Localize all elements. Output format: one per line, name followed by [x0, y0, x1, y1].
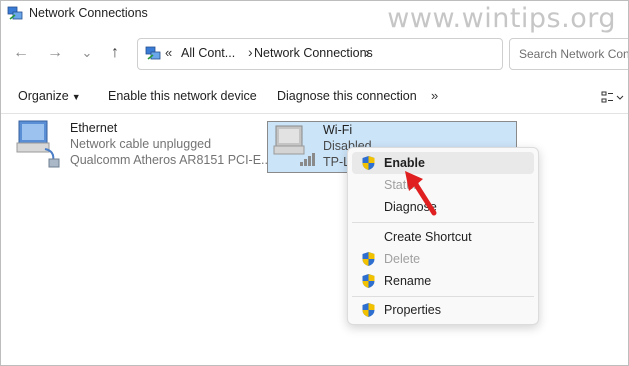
context-menu: Enable Status Diagnose Create Shortcut D…: [347, 147, 539, 325]
menu-separator: [352, 222, 534, 223]
menu-separator: [352, 296, 534, 297]
title-bar: Network Connections www.wintips.org: [1, 1, 628, 34]
organize-label: Organize: [18, 89, 69, 103]
uac-shield-icon: [362, 156, 375, 170]
red-arrow-annotation-icon: [405, 171, 437, 216]
more-commands-button[interactable]: »: [431, 88, 438, 103]
search-placeholder: Search Network Conn: [519, 47, 629, 61]
watermark: www.wintips.org: [387, 3, 616, 34]
menu-item-label: Rename: [384, 274, 432, 288]
enable-device-button[interactable]: Enable this network device: [108, 89, 257, 103]
recent-locations-button[interactable]: ⌄: [77, 43, 97, 63]
breadcrumb-separator-icon[interactable]: ›: [248, 44, 253, 60]
menu-item-status: Status: [352, 174, 534, 196]
ethernet-status: Network cable unplugged: [70, 137, 212, 151]
navigation-bar: ← → ⌄ ↑ « All Cont... › Network Connecti…: [1, 35, 628, 75]
menu-item-label: Enable: [384, 156, 425, 170]
ethernet-connection[interactable]: Ethernet Network cable unplugged Qualcom…: [15, 119, 271, 175]
back-button[interactable]: ←: [11, 43, 31, 63]
menu-item-rename[interactable]: Rename: [352, 270, 534, 292]
ethernet-name: Ethernet: [70, 121, 118, 135]
search-box[interactable]: Search Network Conn: [509, 38, 629, 70]
breadcrumb-overflow-icon[interactable]: «: [165, 45, 172, 60]
menu-item-label: Properties: [384, 303, 441, 317]
menu-item-properties[interactable]: Properties: [352, 299, 534, 321]
uac-shield-icon: [362, 274, 375, 288]
window-title: Network Connections: [29, 6, 148, 20]
menu-item-enable[interactable]: Enable: [352, 152, 534, 174]
address-bar[interactable]: « All Cont... › Network Connections ›: [137, 38, 503, 70]
control-panel-icon: [145, 46, 161, 60]
command-bar: Organize ▼ Enable this network device Dia…: [1, 83, 628, 114]
breadcrumb-all-control-panel[interactable]: All Cont...: [181, 46, 235, 60]
dropdown-arrow-icon: ▼: [71, 92, 81, 102]
up-button[interactable]: ↑: [105, 43, 125, 63]
wifi-name: Wi-Fi: [323, 123, 353, 137]
forward-button[interactable]: →: [45, 43, 65, 63]
wifi-adapter-icon: [273, 125, 315, 166]
ethernet-adapter-icon: [16, 120, 60, 168]
ethernet-adapter: Qualcomm Atheros AR8151 PCI-E...: [70, 153, 272, 167]
breadcrumb-separator-icon[interactable]: ›: [365, 44, 370, 60]
network-connections-icon: [7, 6, 23, 20]
diagnose-connection-button[interactable]: Diagnose this connection: [277, 89, 417, 103]
network-connections-window: Network Connections www.wintips.org ← → …: [0, 0, 629, 366]
organize-button[interactable]: Organize ▼: [18, 89, 81, 103]
uac-shield-icon: [362, 303, 375, 317]
menu-item-delete: Delete: [352, 248, 534, 270]
menu-item-create-shortcut[interactable]: Create Shortcut: [352, 226, 534, 248]
view-options-icon[interactable]: [601, 90, 625, 106]
menu-item-label: Create Shortcut: [384, 230, 472, 244]
breadcrumb-network-connections[interactable]: Network Connections: [254, 46, 373, 60]
uac-shield-icon: [362, 252, 375, 266]
menu-item-diagnose[interactable]: Diagnose: [352, 196, 534, 218]
menu-item-label: Delete: [384, 252, 421, 266]
